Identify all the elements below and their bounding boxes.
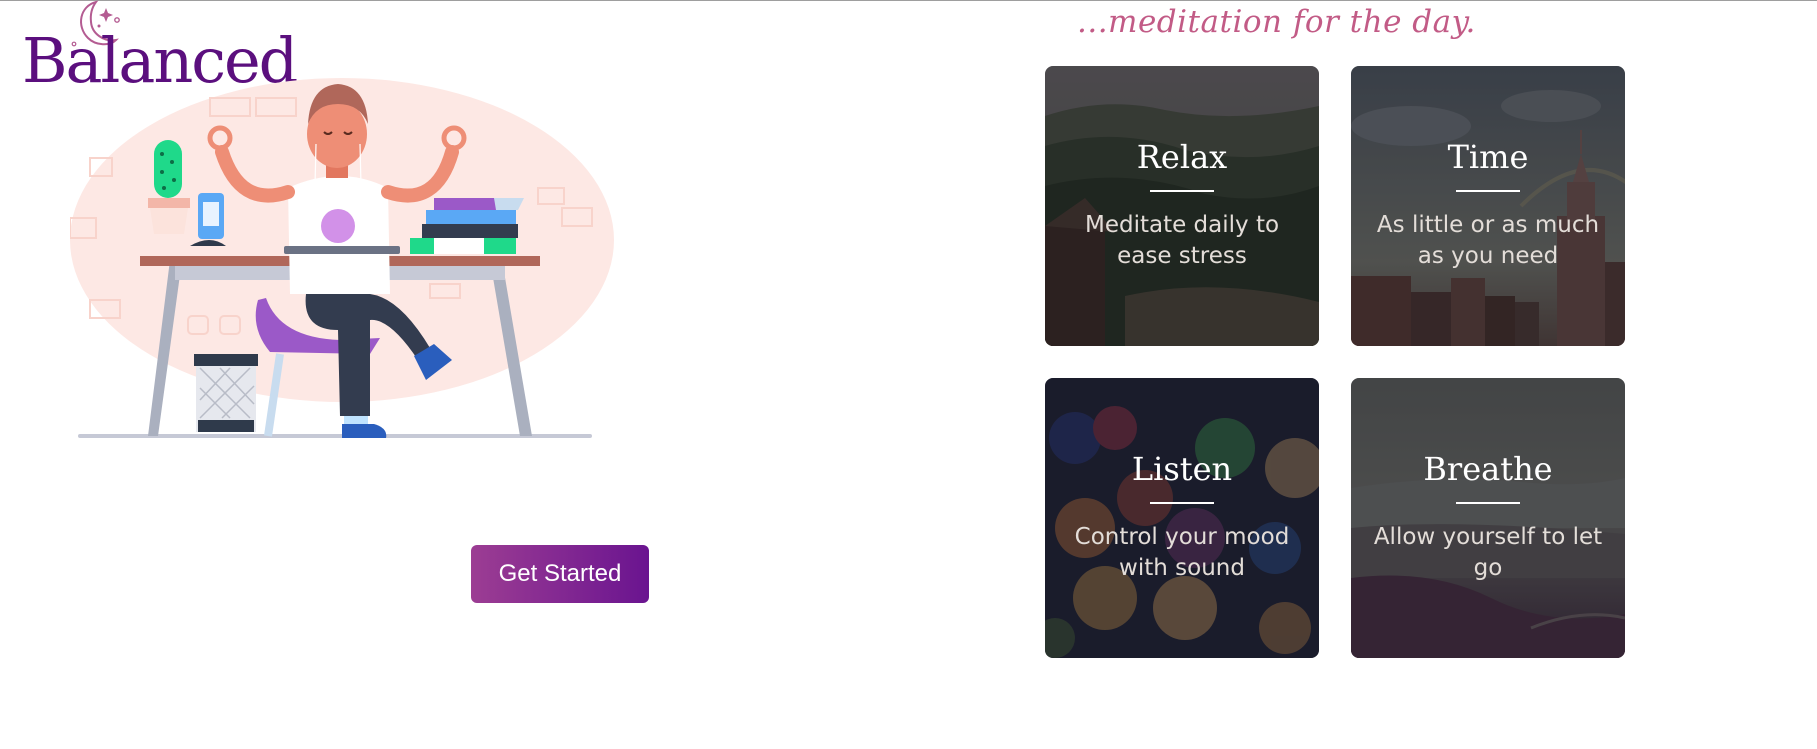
card-description: Meditate daily to ease stress [1084, 211, 1280, 269]
card-title: Breathe [1423, 450, 1553, 489]
meditation-illustration [70, 78, 614, 438]
card-listen[interactable]: Listen Control your mood with sound [1045, 378, 1319, 658]
card-divider [1456, 501, 1520, 504]
card-description: Allow yourself to let go [1373, 523, 1603, 581]
card-title: Relax [1136, 138, 1228, 177]
card-description: As little or as much as you need [1376, 211, 1600, 269]
card-title: Listen [1131, 450, 1233, 489]
card-relax[interactable]: Relax Meditate daily to ease stress [1045, 66, 1319, 346]
card-time[interactable]: Time As little or as much as you need [1351, 66, 1625, 346]
card-divider [1150, 189, 1214, 192]
card-divider [1456, 189, 1520, 192]
card-divider [1150, 501, 1214, 504]
card-description: Control your mood with sound [1074, 523, 1290, 581]
tagline: ...meditation for the day. [1077, 4, 1476, 40]
card-title: Time [1447, 138, 1529, 177]
card-breathe[interactable]: Breathe Allow yourself to let go [1351, 378, 1625, 658]
get-started-button[interactable]: Get Started [471, 545, 649, 603]
